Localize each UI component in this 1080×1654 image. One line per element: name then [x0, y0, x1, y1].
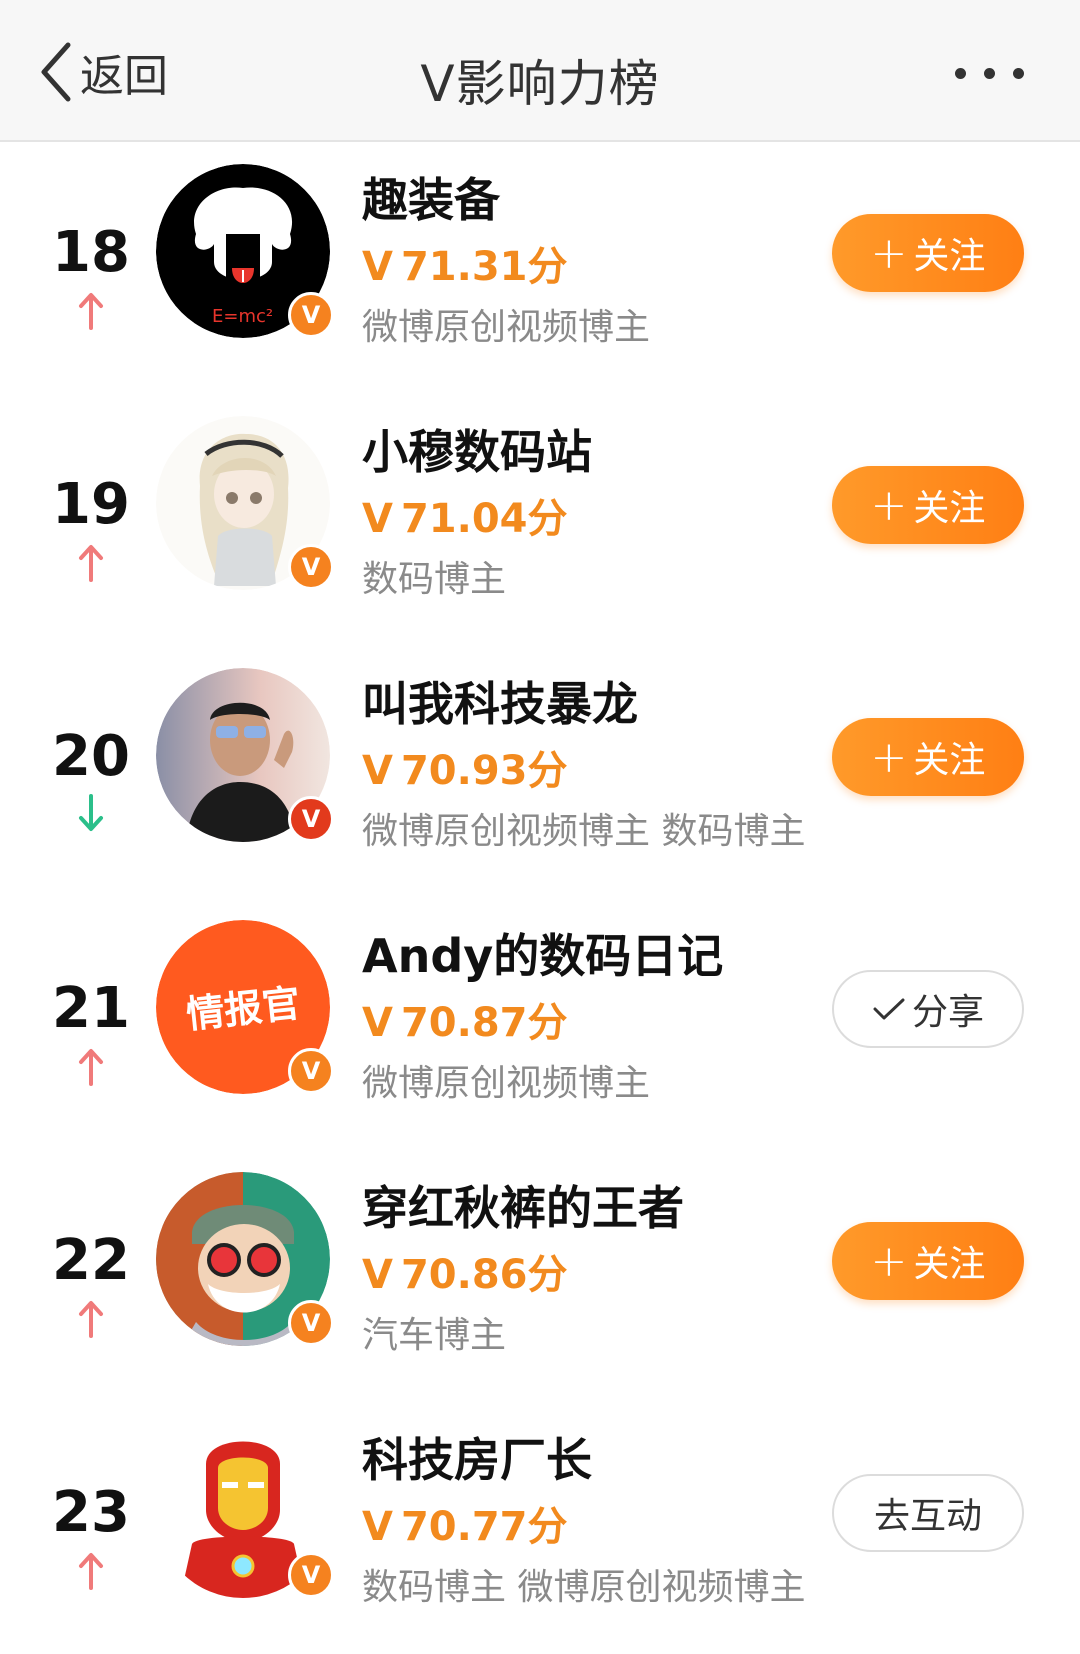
blogger-name[interactable]: 趣装备 — [362, 164, 500, 230]
trend-up-icon — [79, 293, 103, 330]
v-score-icon: V — [362, 748, 393, 794]
follow-button[interactable]: + 关注 — [832, 718, 1024, 796]
follow-button[interactable]: + 关注 — [832, 466, 1024, 544]
plus-icon: + — [870, 227, 908, 279]
verified-badge-icon: V — [288, 1300, 334, 1346]
follow-button[interactable]: + 关注 — [832, 214, 1024, 292]
blogger-category: 微博原创视频博主 — [362, 1063, 651, 1104]
trend-up-icon — [79, 1301, 103, 1338]
blogger-category: 微博原创视频博主 数码博主 — [362, 811, 806, 852]
ranking-row[interactable]: 19 V 小穆数码站 V 71.04分 数码博主 + 关注 — [0, 394, 1080, 646]
avatar[interactable]: V — [156, 1172, 334, 1346]
plus-icon: + — [870, 1235, 908, 1287]
blogger-category: 数码博主 — [362, 559, 507, 600]
influence-score: V 70.86分 — [362, 1252, 568, 1298]
verified-badge-icon: V — [288, 796, 334, 842]
influence-score: V 70.87分 — [362, 1000, 568, 1046]
avatar-text: E=mc² — [212, 306, 273, 327]
verified-badge-icon: V — [288, 292, 334, 338]
trend-up-icon — [79, 545, 103, 582]
plus-icon: + — [870, 479, 908, 531]
share-button[interactable]: 分享 — [832, 970, 1024, 1048]
avatar[interactable]: 情报官 V — [156, 920, 334, 1094]
v-score-icon: V — [362, 1252, 393, 1298]
more-menu-icon[interactable] — [955, 68, 1024, 79]
blogger-name[interactable]: 穿红秋裤的王者 — [362, 1172, 684, 1238]
ranking-row[interactable]: 21 情报官 V Andy的数码日记 V 70.87分 微博原创视频博主 分享 — [0, 898, 1080, 1150]
rank-number: 23 — [52, 1480, 130, 1545]
blogger-category: 微博原创视频博主 — [362, 307, 651, 348]
blogger-name[interactable]: 科技房厂长 — [362, 1424, 592, 1490]
blogger-category: 数码博主 微博原创视频博主 — [362, 1567, 806, 1608]
rank-number: 19 — [52, 472, 130, 537]
v-score-icon: V — [362, 496, 393, 542]
plus-icon: + — [870, 731, 908, 783]
blogger-name[interactable]: 叫我科技暴龙 — [362, 668, 638, 734]
avatar[interactable]: V — [156, 416, 334, 590]
ranking-row[interactable]: 20 V 叫我科技暴龙 V 70.93分 微博原创视频博主 数码博主 + 关注 — [0, 646, 1080, 898]
verified-badge-icon: V — [288, 1552, 334, 1598]
ranking-row[interactable]: 23 V 科技房厂长 V 70.77分 数码博主 微博原创视频博主 去互动 — [0, 1402, 1080, 1654]
verified-badge-icon: V — [288, 1048, 334, 1094]
trend-up-icon — [79, 1553, 103, 1590]
rank-number: 21 — [52, 976, 130, 1041]
influence-score: V 71.04分 — [362, 496, 568, 542]
avatar[interactable]: V — [156, 1424, 334, 1598]
ranking-row[interactable]: 18 E=mc² V 趣装备 V 71.31分 微博原创视频博主 + 关注 — [0, 142, 1080, 394]
v-score-icon: V — [362, 244, 393, 290]
trend-up-icon — [79, 1049, 103, 1086]
blogger-category: 汽车博主 — [362, 1315, 507, 1356]
influence-score: V 70.77分 — [362, 1504, 568, 1550]
trend-down-icon — [79, 794, 103, 831]
v-score-icon: V — [362, 1000, 393, 1046]
blogger-name[interactable]: Andy的数码日记 — [362, 920, 723, 986]
avatar[interactable]: V — [156, 668, 334, 842]
avatar[interactable]: E=mc² V — [156, 164, 334, 338]
ranking-row[interactable]: 22 V 穿红秋裤的王者 V 70.86分 汽车博主 + 关注 — [0, 1150, 1080, 1402]
verified-badge-icon: V — [288, 544, 334, 590]
influence-score: V 71.31分 — [362, 244, 568, 290]
follow-button[interactable]: + 关注 — [832, 1222, 1024, 1300]
v-score-icon: V — [362, 1504, 393, 1550]
interact-button[interactable]: 去互动 — [832, 1474, 1024, 1552]
influence-score: V 70.93分 — [362, 748, 568, 794]
rank-number: 18 — [52, 220, 130, 285]
nav-bar: 返回 V影响力榜 — [0, 0, 1080, 142]
rank-number: 22 — [52, 1228, 130, 1293]
blogger-name[interactable]: 小穆数码站 — [362, 416, 592, 482]
page-title: V影响力榜 — [420, 55, 660, 113]
check-icon — [873, 998, 905, 1020]
rank-number: 20 — [52, 724, 130, 789]
